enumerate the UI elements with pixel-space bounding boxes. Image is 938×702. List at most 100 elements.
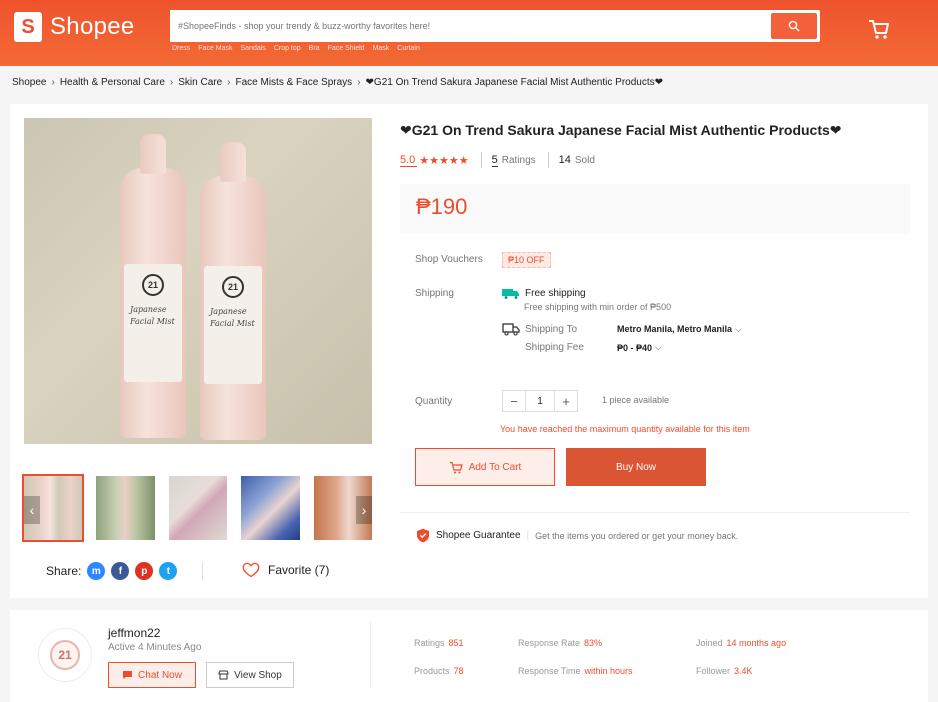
divider — [400, 512, 910, 513]
bottle-script-text: Japanese Facial Mist — [210, 307, 255, 328]
chat-now-button[interactable]: Chat Now — [108, 662, 196, 688]
quantity-warning: You have reached the maximum quantity av… — [500, 424, 750, 434]
add-to-cart-label: Add To Cart — [468, 461, 522, 473]
breadcrumb-item[interactable]: Health & Personal Care — [60, 77, 165, 88]
shield-icon — [417, 528, 429, 543]
voucher-label: Shop Vouchers — [415, 254, 483, 265]
chat-now-label: Chat Now — [138, 669, 182, 681]
hot-link[interactable]: Face Shield — [328, 45, 365, 52]
thumbnail[interactable] — [96, 476, 155, 540]
chevron-down-icon[interactable]: ⌵ — [735, 324, 742, 335]
share-label: Share: — [46, 564, 82, 578]
rating-stars: ★★★★★ — [419, 154, 469, 167]
cart-icon[interactable] — [866, 16, 892, 42]
thumbnail[interactable] — [168, 476, 228, 540]
search-bar — [170, 10, 820, 42]
bottle-image: 21 Japanese Facial Mist — [120, 134, 186, 438]
shopee-logo[interactable]: S Shopee — [14, 12, 135, 42]
thumbnail-prev-arrow[interactable]: ‹ — [24, 496, 40, 524]
shop-name[interactable]: jeffmon22 — [108, 626, 160, 640]
favorite-label: Favorite (7) — [268, 563, 330, 577]
breadcrumb-item[interactable]: Skin Care — [178, 77, 222, 88]
quantity-input[interactable]: 1 — [525, 391, 555, 411]
shop-active-status: Active 4 Minutes Ago — [108, 642, 202, 653]
svg-text:21: 21 — [58, 648, 72, 662]
hot-search-links: Dress Face Mask Sandals Crop top Bra Fac… — [172, 45, 420, 52]
chevron-right-icon: › — [227, 77, 231, 88]
shipping-to-label: Shipping To — [525, 323, 578, 335]
shipping-fee-label: Shipping Fee — [525, 342, 584, 353]
store-icon — [218, 670, 229, 680]
stat-response-time: Response Time within hours — [518, 666, 633, 676]
breadcrumb-item[interactable]: Face Mists & Face Sprays — [235, 77, 352, 88]
messenger-icon[interactable]: m — [87, 562, 106, 580]
sold-count: 14 — [558, 154, 571, 166]
divider: | — [526, 530, 530, 541]
thumbnail-next-arrow[interactable]: › — [356, 496, 372, 524]
hot-link[interactable]: Bra — [309, 45, 320, 52]
shipping-fee-value[interactable]: ₱0 - ₱40 — [617, 343, 652, 353]
stat-ratings: Ratings 851 — [414, 638, 464, 648]
divider — [202, 562, 203, 580]
hot-link[interactable]: Sandals — [241, 45, 266, 52]
quantity-available: 1 piece available — [602, 395, 670, 405]
bottle-script-text: Japanese Facial Mist — [130, 305, 175, 326]
breadcrumb-item[interactable]: Shopee — [12, 77, 46, 88]
quantity-increase-button[interactable]: + — [555, 391, 577, 411]
shop-card: 21 jeffmon22 Active 4 Minutes Ago Chat N… — [10, 610, 928, 702]
cart-plus-icon — [449, 461, 463, 473]
breadcrumb-current: ❤G21 On Trend Sakura Japanese Facial Mis… — [365, 77, 663, 88]
header: S Shopee Dress Face Mask Sandals Crop to… — [0, 0, 938, 66]
shopping-bag-icon: S — [14, 12, 42, 42]
logo-text: Shopee — [50, 13, 135, 40]
buy-now-button[interactable]: Buy Now — [566, 448, 706, 486]
shipping-to-value[interactable]: Metro Manila, Metro Manila — [617, 324, 732, 334]
favorite-button[interactable]: Favorite (7) — [242, 562, 329, 578]
chevron-down-icon[interactable]: ⌵ — [655, 342, 662, 353]
hot-link[interactable]: Dress — [172, 45, 190, 52]
brand-badge: 21 — [222, 276, 244, 298]
add-to-cart-button[interactable]: Add To Cart — [415, 448, 555, 486]
free-shipping-subtitle: Free shipping with min order of ₱500 — [524, 302, 672, 312]
stat-follower: Follower 3.4K — [696, 666, 753, 676]
shipping-fee-row: Shipping Fee ₱0 - ₱40 ⌵ — [525, 342, 662, 353]
hot-link[interactable]: Crop top — [274, 45, 301, 52]
rating-count[interactable]: 5 — [491, 154, 498, 167]
thumbnail[interactable] — [241, 476, 300, 540]
shop-avatar[interactable]: 21 — [38, 628, 92, 682]
search-input[interactable] — [170, 10, 771, 42]
product-main-image[interactable]: 21 Japanese Facial Mist 21 Japanese Faci… — [24, 118, 372, 444]
free-shipping-row: Free shipping — [502, 287, 586, 299]
quantity-decrease-button[interactable]: − — [503, 391, 525, 411]
view-shop-label: View Shop — [234, 669, 282, 681]
hot-link[interactable]: Mask — [373, 45, 390, 52]
divider — [370, 622, 371, 688]
share-row: Share: m f p t — [46, 562, 178, 580]
twitter-icon[interactable]: t — [159, 562, 178, 580]
free-shipping-title: Free shipping — [525, 287, 586, 299]
chevron-right-icon: › — [169, 77, 174, 88]
rating-row: 5.0 ★★★★★ 5 Ratings 14 Sold — [400, 152, 595, 168]
bottle-image: 21 Japanese Facial Mist — [200, 142, 266, 440]
hot-link[interactable]: Face Mask — [198, 45, 232, 52]
stat-products: Products 78 — [414, 666, 464, 676]
quantity-stepper: − 1 + — [502, 390, 578, 412]
facebook-icon[interactable]: f — [111, 562, 130, 580]
guarantee-text: Get the items you ordered or get your mo… — [535, 530, 739, 541]
rating-label: Ratings — [501, 154, 536, 166]
stat-joined: Joined 14 months ago — [696, 638, 787, 648]
stat-response-rate: Response Rate 83% — [518, 638, 603, 648]
voucher-tag[interactable]: ₱10 OFF — [502, 252, 551, 268]
hot-link[interactable]: Curtain — [397, 45, 420, 52]
shopee-guarantee[interactable]: Shopee Guarantee | Get the items you ord… — [416, 528, 738, 543]
brand-badge: 21 — [142, 274, 164, 296]
price-section: ₱190 — [400, 184, 910, 234]
heart-icon — [242, 562, 260, 578]
rating-score[interactable]: 5.0 — [400, 154, 418, 167]
view-shop-button[interactable]: View Shop — [206, 662, 294, 688]
chevron-right-icon: › — [357, 77, 361, 88]
sold-label: Sold — [574, 154, 595, 166]
guarantee-title: Shopee Guarantee — [436, 530, 521, 541]
pinterest-icon[interactable]: p — [135, 562, 154, 580]
search-button[interactable] — [771, 13, 817, 39]
